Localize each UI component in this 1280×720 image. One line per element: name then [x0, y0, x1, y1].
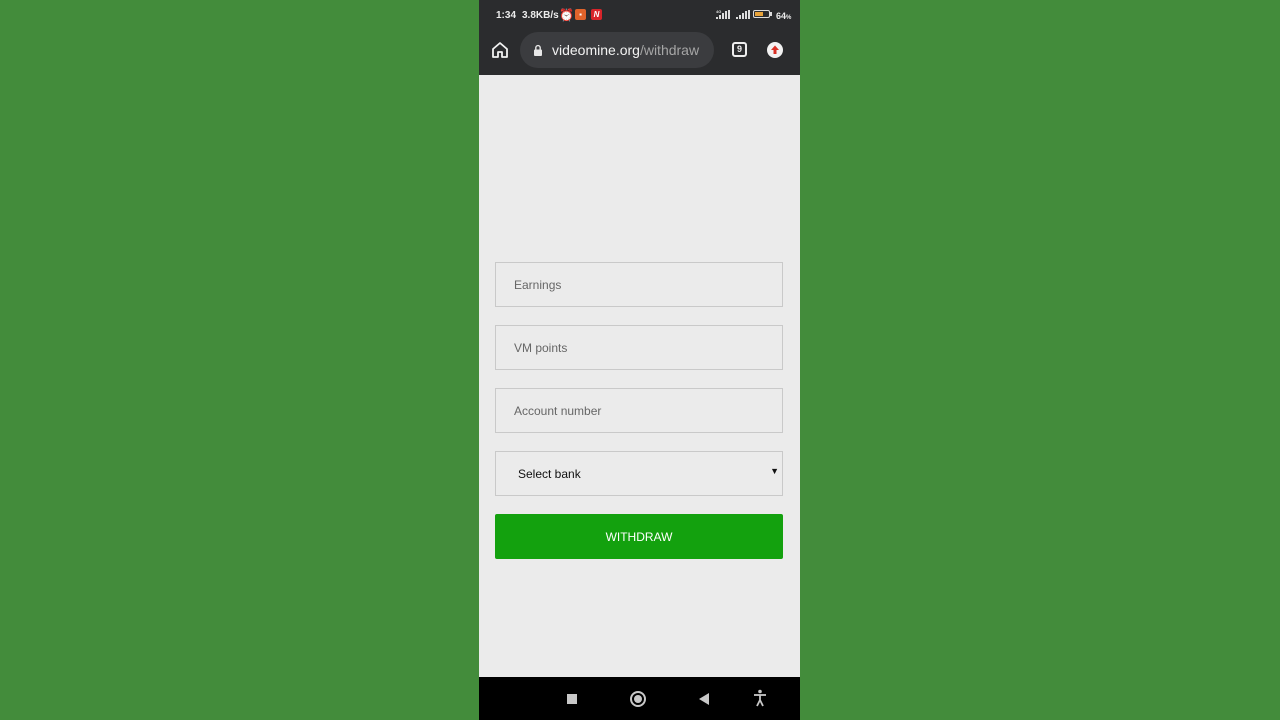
- accessibility-icon[interactable]: [753, 689, 767, 707]
- withdraw-button[interactable]: WITHDRAW: [495, 514, 783, 559]
- back-icon[interactable]: [699, 693, 709, 705]
- status-bar: 1:34 3.8KB/s ⏰ ▪ N 4G 64%: [479, 0, 800, 30]
- update-icon[interactable]: [767, 42, 783, 58]
- signal-icon: [716, 10, 730, 19]
- lock-icon: [534, 44, 542, 56]
- bank-select-label: Select bank: [518, 467, 581, 481]
- status-time: 1:34: [496, 10, 517, 21]
- browser-toolbar: videomine.org/withdraw 9: [479, 30, 800, 75]
- address-bar[interactable]: videomine.org/withdraw: [520, 32, 714, 68]
- url-path: /withdraw: [639, 42, 700, 58]
- account-number-input[interactable]: [495, 388, 783, 433]
- status-speed: 3.8KB/s: [522, 10, 559, 21]
- battery-icon: [753, 10, 770, 18]
- bank-select[interactable]: Select bank ▼: [495, 451, 783, 496]
- earnings-input[interactable]: [495, 262, 783, 307]
- notification-app-icon: ▪: [575, 9, 586, 20]
- notification-news-icon: N: [591, 9, 602, 20]
- chevron-down-icon: ▼: [770, 466, 779, 476]
- page-content: Select bank ▼ WITHDRAW: [479, 75, 800, 677]
- home-icon[interactable]: [490, 40, 510, 60]
- battery-tip: [770, 12, 772, 16]
- vm-points-input[interactable]: [495, 325, 783, 370]
- alarm-icon: ⏰: [559, 8, 574, 22]
- phone-screen: 1:34 3.8KB/s ⏰ ▪ N 4G 64% videomine.org/…: [479, 0, 800, 720]
- battery-percent: 64%: [776, 11, 792, 21]
- nav-home-icon[interactable]: [630, 691, 646, 707]
- battery-level: [755, 12, 763, 16]
- navigation-bar: [479, 677, 800, 720]
- tab-count: 9: [736, 44, 742, 54]
- signal-icon-2: [736, 10, 750, 19]
- url-host: videomine.org: [552, 42, 640, 58]
- tabs-button[interactable]: 9: [732, 42, 747, 57]
- recents-icon[interactable]: [567, 694, 577, 704]
- url-text: videomine.org/withdraw: [552, 42, 699, 58]
